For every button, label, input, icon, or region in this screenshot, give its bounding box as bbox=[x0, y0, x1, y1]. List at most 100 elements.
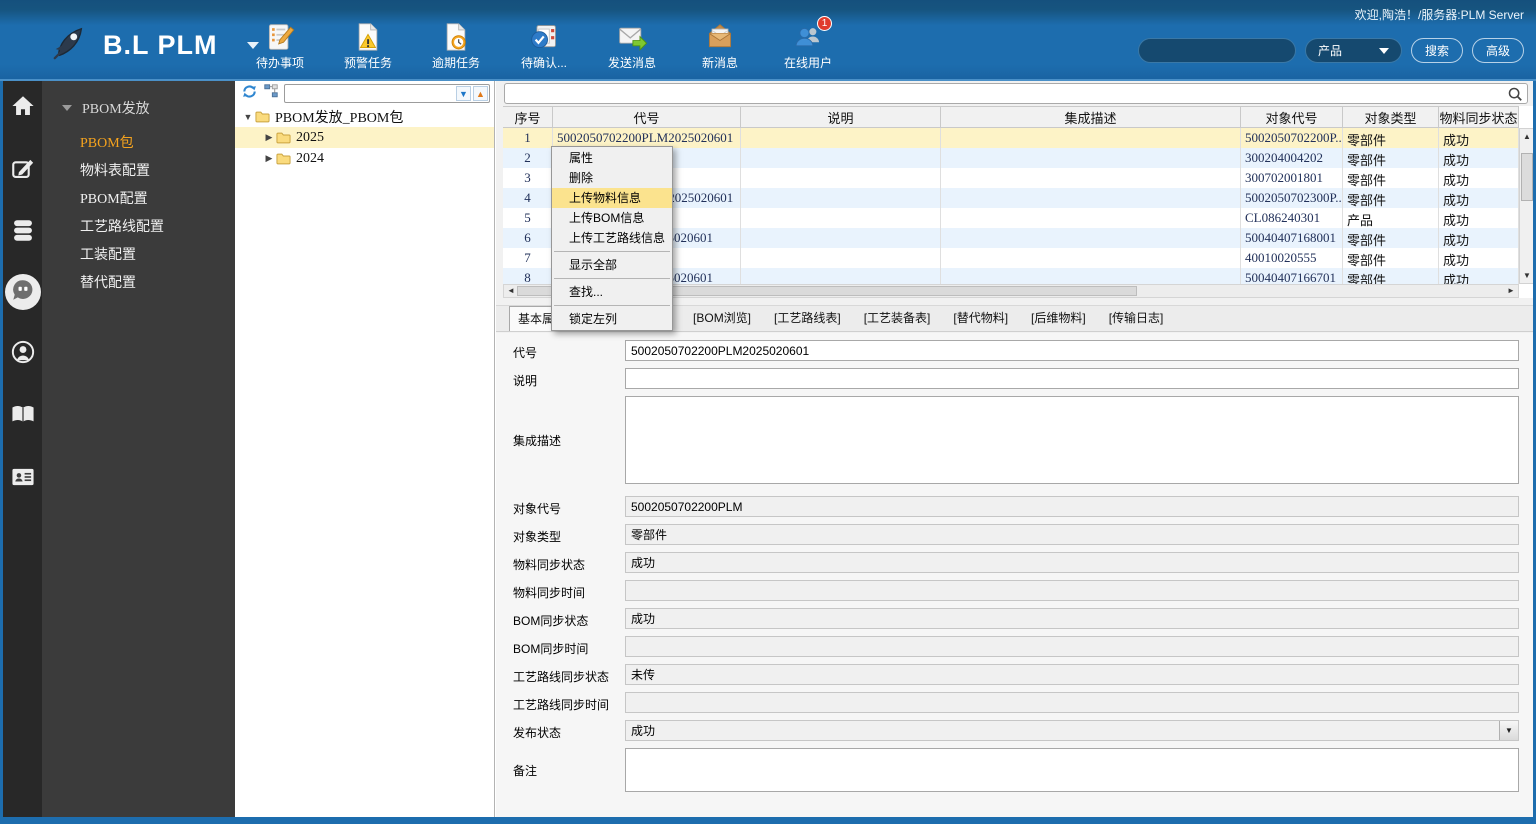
sidebar-item-tooling-config[interactable]: 工装配置 bbox=[42, 242, 235, 270]
sidebar-item-substitute-config[interactable]: 替代配置 bbox=[42, 270, 235, 298]
toolbar-item-label: 发送消息 bbox=[607, 56, 656, 70]
column-header-seq[interactable]: 序号 bbox=[503, 107, 553, 127]
app-logo[interactable]: B.L PLM bbox=[50, 24, 259, 67]
global-search-input[interactable] bbox=[1137, 38, 1296, 63]
module-menu-header[interactable]: PBOM发放 bbox=[42, 81, 235, 130]
route-sync-time-field bbox=[625, 692, 1519, 713]
menu-item-find[interactable]: 查找... bbox=[552, 282, 672, 302]
tree-node-2025[interactable]: ▶ 2025 bbox=[235, 127, 494, 148]
tab-substitute-material[interactable]: [替代物料] bbox=[953, 306, 1008, 331]
search-button[interactable]: 搜索 bbox=[1410, 38, 1463, 63]
find-next-icon[interactable]: ▼ bbox=[456, 86, 471, 101]
field-label: 备注 bbox=[513, 764, 538, 778]
tab-basic-properties[interactable]: 基本属性 bbox=[509, 306, 556, 331]
form-row-bom-sync-time: BOM同步时间 bbox=[513, 636, 1519, 657]
form-row-object-code: 对象代号 bbox=[513, 496, 1519, 517]
scroll-left-icon[interactable]: ◄ bbox=[504, 285, 518, 297]
tab-transfer-log[interactable]: [传输日志] bbox=[1109, 306, 1164, 331]
welcome-text: 欢迎,陶浩！/服务器:PLM Server bbox=[1354, 8, 1524, 22]
scroll-down-icon[interactable]: ▼ bbox=[1520, 268, 1534, 283]
search-category-select[interactable]: 产品 bbox=[1304, 38, 1402, 63]
toolbar-item-online-users[interactable]: 1 在线用户 bbox=[776, 16, 840, 71]
sidebar-item-home[interactable] bbox=[9, 94, 37, 122]
toolbar-item-overdue-tasks[interactable]: 逾期任务 bbox=[424, 22, 488, 71]
tab-process-equipment-table[interactable]: [工艺装备表] bbox=[864, 306, 931, 331]
sidebar-item-material-table-config[interactable]: 物料表配置 bbox=[42, 158, 235, 186]
field-label: BOM同步状态 bbox=[513, 614, 589, 628]
tree-node-2024[interactable]: ▶ 2024 bbox=[235, 148, 494, 169]
column-header-desc[interactable]: 说明 bbox=[741, 107, 941, 127]
form-row-bom-sync-status: BOM同步状态 bbox=[513, 608, 1519, 629]
menu-item-upload-material-info[interactable]: 上传物料信息 bbox=[552, 188, 672, 208]
sidebar-item-pbom-package[interactable]: PBOM包 bbox=[42, 130, 235, 158]
column-header-code[interactable]: 代号 bbox=[553, 107, 741, 127]
tab-process-route-table[interactable]: [工艺路线表] bbox=[774, 306, 841, 331]
form-row-remark: 备注 bbox=[513, 748, 1519, 797]
release-status-select[interactable] bbox=[625, 720, 1519, 741]
menu-item-lock-left-column[interactable]: 锁定左列 bbox=[552, 309, 672, 329]
scroll-right-icon[interactable]: ► bbox=[1504, 285, 1518, 297]
cell-integration bbox=[941, 168, 1241, 188]
toolbar-item-new-message[interactable]: 新消息 bbox=[688, 22, 752, 71]
cell-object-type: 零部件 bbox=[1343, 248, 1439, 268]
table-row[interactable]: 1 5002050702200PLM2025020601 50020507022… bbox=[503, 128, 1519, 148]
sidebar-item-book[interactable] bbox=[9, 402, 37, 430]
menu-item-properties[interactable]: 属性 bbox=[552, 148, 672, 168]
chevron-down-icon[interactable]: ▼ bbox=[1499, 721, 1518, 740]
sidebar-item-member[interactable] bbox=[9, 340, 37, 368]
tab-bom-browse[interactable]: [BOM浏览] bbox=[693, 306, 751, 331]
tab-successor-material[interactable]: [后维物料] bbox=[1031, 306, 1086, 331]
caret-right-icon[interactable]: ▶ bbox=[262, 153, 276, 164]
caret-down-icon[interactable]: ▼ bbox=[241, 112, 255, 122]
toolbar-item-warning-tasks[interactable]: 预警任务 bbox=[336, 22, 400, 71]
field-label: 对象类型 bbox=[513, 530, 562, 544]
field-label: 工艺路线同步状态 bbox=[513, 670, 610, 684]
cell-object-type: 产品 bbox=[1343, 208, 1439, 228]
remark-field[interactable] bbox=[625, 748, 1519, 792]
cell-integration bbox=[941, 188, 1241, 208]
warning-task-icon bbox=[336, 22, 400, 52]
column-header-object-code[interactable]: 对象代号 bbox=[1241, 107, 1343, 127]
code-field[interactable] bbox=[625, 340, 1519, 361]
field-label: 集成描述 bbox=[513, 434, 562, 448]
sidebar-item-database[interactable] bbox=[9, 218, 37, 246]
menu-item-upload-route-info[interactable]: 上传工艺路线信息 bbox=[552, 228, 672, 248]
top-bar: B.L PLM 待办事项 预警任务 逾期任务 待确认... 发送消息 新消息 1… bbox=[0, 0, 1536, 81]
send-message-icon bbox=[600, 22, 664, 52]
column-header-material-sync[interactable]: 物料同步状态 bbox=[1439, 107, 1519, 127]
menu-item-upload-bom-info[interactable]: 上传BOM信息 bbox=[552, 208, 672, 228]
column-header-integration[interactable]: 集成描述 bbox=[941, 107, 1241, 127]
caret-right-icon[interactable]: ▶ bbox=[262, 132, 276, 143]
toolbar-item-send-message[interactable]: 发送消息 bbox=[600, 22, 664, 71]
tree-node-label: PBOM发放_PBOM包 bbox=[275, 110, 404, 126]
top-toolbar: 待办事项 预警任务 逾期任务 待确认... 发送消息 新消息 1 在线用户 bbox=[248, 16, 840, 71]
sidebar-item-pbom-config[interactable]: PBOM配置 bbox=[42, 186, 235, 214]
sidebar-item-edit[interactable] bbox=[9, 156, 37, 184]
toolbar-item-todo[interactable]: 待办事项 bbox=[248, 22, 312, 71]
scroll-up-icon[interactable]: ▲ bbox=[1520, 129, 1534, 144]
search-icon[interactable] bbox=[1507, 86, 1523, 107]
sidebar-item-chat[interactable] bbox=[5, 274, 41, 310]
table-filter-input[interactable] bbox=[511, 86, 1499, 102]
sidebar-item-process-route-config[interactable]: 工艺路线配置 bbox=[42, 214, 235, 242]
window-border-bottom bbox=[0, 817, 1536, 824]
cell-code: 5002050702200PLM2025020601 bbox=[553, 128, 741, 148]
edit-icon bbox=[10, 155, 36, 186]
desc-field[interactable] bbox=[625, 368, 1519, 389]
menu-item-delete[interactable]: 删除 bbox=[552, 168, 672, 188]
module-menu-title: PBOM发放 bbox=[82, 102, 150, 117]
sidebar-item-contacts[interactable] bbox=[9, 465, 37, 493]
tree-search-input[interactable] bbox=[287, 86, 455, 101]
refresh-icon[interactable] bbox=[241, 83, 258, 105]
find-previous-icon[interactable]: ▲ bbox=[473, 86, 488, 101]
menu-item-show-all[interactable]: 显示全部 bbox=[552, 255, 672, 275]
cell-desc bbox=[741, 248, 941, 268]
vertical-scroll-thumb[interactable] bbox=[1521, 153, 1533, 201]
tree-node-root[interactable]: ▼ PBOM发放_PBOM包 bbox=[235, 106, 494, 127]
hierarchy-icon[interactable] bbox=[263, 83, 279, 104]
cell-object-code: 300204004202 bbox=[1241, 148, 1343, 168]
advanced-search-button[interactable]: 高级 bbox=[1471, 38, 1524, 63]
column-header-object-type[interactable]: 对象类型 bbox=[1343, 107, 1439, 127]
toolbar-item-pending-confirm[interactable]: 待确认... bbox=[512, 22, 576, 71]
integration-desc-field[interactable] bbox=[625, 396, 1519, 484]
